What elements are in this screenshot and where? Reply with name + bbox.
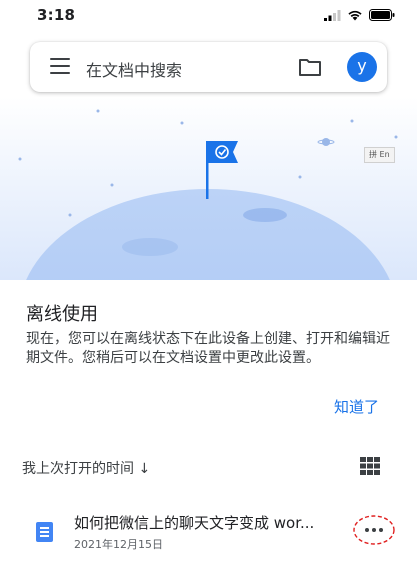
file-date: 2021年12月15日 (74, 538, 163, 551)
ime-indicator-label: 拼 En (369, 150, 390, 159)
menu-icon[interactable] (50, 58, 70, 76)
status-time: 3:18 (37, 6, 76, 24)
offline-illustration: 拼 En (0, 97, 417, 280)
avatar[interactable]: y (347, 52, 377, 82)
wifi-icon (348, 10, 362, 21)
more-icon[interactable] (352, 513, 396, 547)
doc-icon (36, 522, 53, 542)
file-name: 如何把微信上的聊天文字变成 wor... (74, 514, 315, 532)
search-input[interactable]: 在文档中搜索 (86, 57, 182, 81)
folder-icon[interactable] (298, 57, 322, 77)
offline-title: 离线使用 (26, 304, 98, 325)
list-item[interactable]: 如何把微信上的聊天文字变成 wor... 2021年12月15日 (0, 500, 417, 560)
search-bar[interactable]: 在文档中搜索 y (30, 42, 387, 92)
moon-flag-illustration (0, 97, 417, 280)
got-it-button[interactable]: 知道了 (334, 396, 379, 417)
status-bar: 3:18 (0, 0, 417, 30)
offline-description: 现在，您可以在离线状态下在此设备上创建、打开和编辑近期文件。您稍后可以在文档设置… (26, 331, 390, 366)
status-icons (324, 9, 395, 21)
grid-view-icon[interactable] (360, 457, 380, 475)
battery-icon (369, 9, 395, 21)
ime-indicator: 拼 En (364, 147, 395, 163)
signal-icon (324, 9, 341, 21)
sort-menu[interactable]: 我上次打开的时间 ↓ (22, 458, 150, 478)
